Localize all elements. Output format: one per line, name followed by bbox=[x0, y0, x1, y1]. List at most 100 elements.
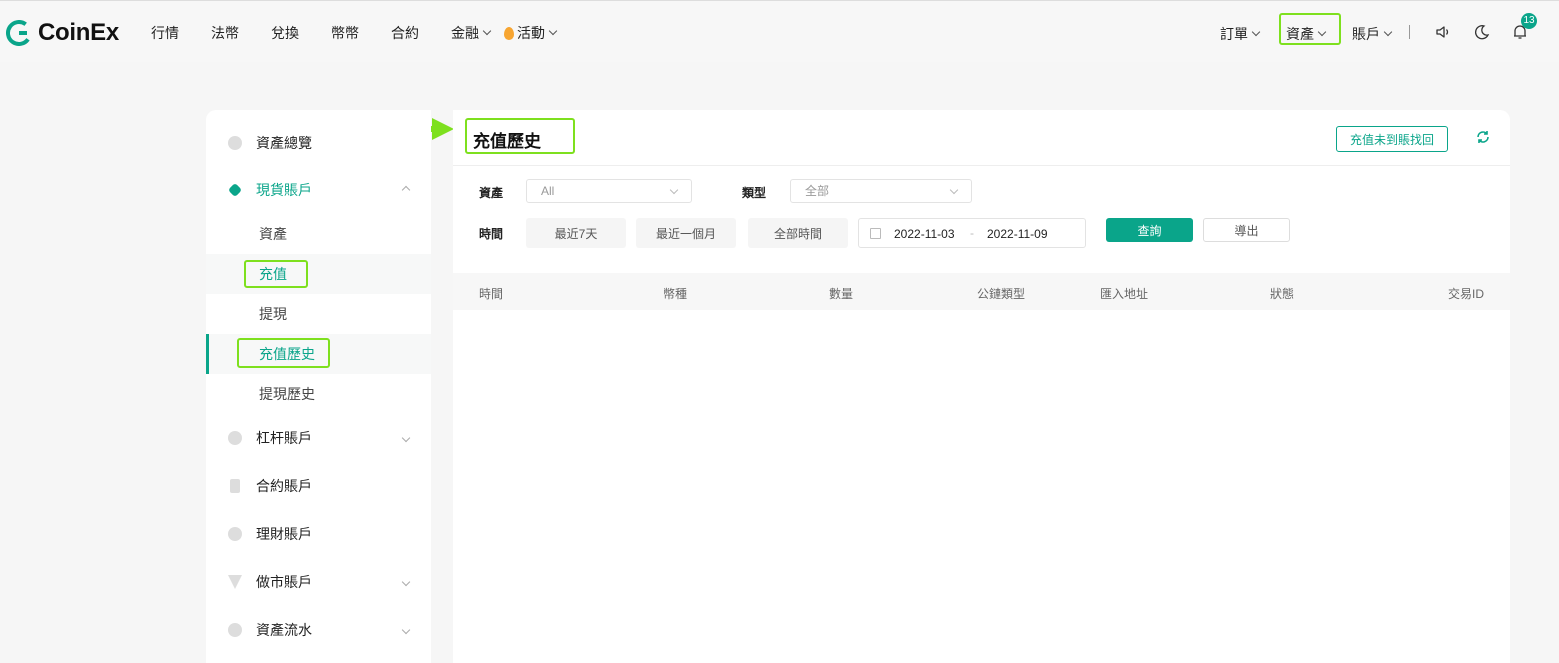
sidebar-subitem-withdraw-history[interactable]: 提現歷史 bbox=[206, 374, 431, 414]
page-title: 充值歷史 bbox=[473, 132, 541, 151]
sidebar-item-finance[interactable]: 理財賬戶 bbox=[206, 514, 431, 554]
asset-select[interactable]: All bbox=[526, 179, 692, 203]
sidebar-item-market-maker[interactable]: 做市賬戶 bbox=[206, 562, 431, 602]
sidebar-subitem-label: 資產 bbox=[259, 226, 287, 242]
main-nav: 行情 法幣 兌換 幣幣 合約 金融 活動 bbox=[151, 23, 570, 43]
type-select[interactable]: 全部 bbox=[790, 179, 972, 203]
type-filter-label: 類型 bbox=[742, 186, 767, 200]
diamond-icon bbox=[228, 575, 242, 589]
recover-deposit-button[interactable]: 充值未到賬找回 bbox=[1336, 126, 1448, 152]
calendar-icon bbox=[870, 228, 881, 239]
nav-market-label: 行情 bbox=[151, 25, 179, 41]
margin-icon bbox=[228, 431, 242, 445]
sidebar-subitem-assets[interactable]: 資產 bbox=[206, 214, 431, 254]
nav-orders[interactable]: 訂單 bbox=[1220, 24, 1261, 44]
nav-fiat[interactable]: 法幣 bbox=[211, 23, 239, 43]
coinex-logo[interactable]: CoinEx bbox=[6, 19, 119, 47]
column-amount: 數量 bbox=[829, 287, 854, 301]
chevron-down-icon bbox=[548, 26, 558, 36]
asset-filter-label: 資產 bbox=[479, 186, 504, 200]
chevron-down-icon bbox=[401, 625, 411, 635]
coinex-logo-icon bbox=[6, 20, 32, 46]
range-1-month-button[interactable]: 最近一個月 bbox=[636, 218, 736, 248]
search-button[interactable]: 查詢 bbox=[1106, 218, 1193, 242]
column-status: 狀態 bbox=[1270, 287, 1295, 301]
date-to[interactable]: 2022-11-09 bbox=[987, 227, 1048, 241]
chevron-down-icon bbox=[401, 577, 411, 587]
sidebar-item-futures[interactable]: 合約賬戶 bbox=[206, 466, 431, 506]
sidebar-subitem-deposit[interactable]: 充值 bbox=[206, 254, 431, 294]
pie-chart-icon bbox=[228, 136, 242, 150]
date-range-picker[interactable]: 2022-11-03 - 2022-11-09 bbox=[858, 218, 1086, 248]
chevron-down-icon bbox=[1383, 27, 1393, 37]
column-deposit-address: 匯入地址 bbox=[1100, 287, 1149, 301]
sidebar-item-label: 做市賬戶 bbox=[256, 574, 312, 590]
active-indicator bbox=[206, 334, 209, 374]
nav-activity[interactable]: 活動 bbox=[504, 23, 558, 43]
nav-finance[interactable]: 金融 bbox=[451, 23, 492, 43]
range-7-days-button[interactable]: 最近7天 bbox=[526, 218, 626, 248]
nav-account[interactable]: 賬戶 bbox=[1352, 24, 1393, 44]
nav-assets-label: 資產 bbox=[1286, 26, 1314, 42]
sidebar-item-ledger[interactable]: 資產流水 bbox=[206, 610, 431, 650]
nav-fiat-label: 法幣 bbox=[211, 25, 239, 41]
column-time: 時間 bbox=[479, 287, 504, 301]
sidebar-subitem-withdraw[interactable]: 提現 bbox=[206, 294, 431, 334]
sidebar-item-margin[interactable]: 杠杆賬戶 bbox=[206, 418, 431, 458]
column-chain-type: 公鏈類型 bbox=[977, 287, 1026, 301]
nav-divider bbox=[1409, 25, 1410, 39]
table-header: 時間 幣種 數量 公鏈類型 匯入地址 狀態 交易ID bbox=[453, 273, 1510, 310]
sidebar-item-label: 杠杆賬戶 bbox=[256, 430, 312, 446]
nav-finance-label: 金融 bbox=[451, 25, 479, 41]
nav-futures-label: 合約 bbox=[391, 25, 419, 41]
nav-market[interactable]: 行情 bbox=[151, 23, 179, 43]
sidebar-item-label: 合約賬戶 bbox=[256, 478, 312, 494]
column-tx-id: 交易ID bbox=[1447, 287, 1484, 301]
notification-badge: 13 bbox=[1521, 13, 1537, 29]
sidebar: 資產總覽 現貨賬戶 資產 充值 提現 充值歷史 提現歷史 杠杆賬戶 合約賬戶 理… bbox=[206, 110, 431, 663]
refresh-icon[interactable] bbox=[1475, 129, 1491, 145]
main-panel: 充值歷史 充值未到賬找回 資產 All 類型 全部 時間 最近7天 最近一個月 … bbox=[453, 110, 1510, 663]
chevron-down-icon bbox=[669, 185, 679, 195]
column-coin: 幣種 bbox=[663, 287, 688, 301]
export-button[interactable]: 導出 bbox=[1203, 218, 1290, 242]
date-from[interactable]: 2022-11-03 bbox=[894, 227, 955, 241]
type-select-value: 全部 bbox=[805, 184, 830, 198]
sidebar-item-label: 理財賬戶 bbox=[256, 526, 312, 542]
chevron-down-icon bbox=[1317, 27, 1327, 37]
sidebar-subitem-label: 提現歷史 bbox=[259, 386, 315, 402]
sidebar-subitem-deposit-history[interactable]: 充值歷史 bbox=[206, 334, 431, 374]
nav-orders-label: 訂單 bbox=[1220, 26, 1248, 42]
sound-icon[interactable] bbox=[1434, 23, 1452, 41]
nav-futures[interactable]: 合約 bbox=[391, 23, 419, 43]
fire-icon bbox=[504, 26, 514, 40]
date-separator: - bbox=[970, 226, 974, 240]
layers-icon bbox=[227, 182, 243, 198]
range-all-time-button[interactable]: 全部時間 bbox=[748, 218, 848, 248]
sidebar-item-label: 現貨賬戶 bbox=[256, 182, 312, 198]
sidebar-item-label: 資產流水 bbox=[256, 622, 312, 638]
nav-swap-label: 兌換 bbox=[271, 25, 299, 41]
divider bbox=[453, 165, 1510, 166]
nav-assets[interactable]: 資產 bbox=[1286, 24, 1327, 44]
top-navigation-bar: CoinEx 行情 法幣 兌換 幣幣 合約 金融 活動 訂單 資產 賬戶 13 bbox=[0, 0, 1559, 62]
sidebar-item-spot[interactable]: 現貨賬戶 bbox=[206, 170, 431, 210]
nav-spot[interactable]: 幣幣 bbox=[331, 23, 359, 43]
ledger-icon bbox=[228, 623, 242, 637]
moon-icon[interactable] bbox=[1473, 23, 1491, 41]
chevron-down-icon bbox=[949, 185, 959, 195]
brand-name: CoinEx bbox=[38, 19, 119, 46]
nav-swap[interactable]: 兌換 bbox=[271, 23, 299, 43]
futures-icon bbox=[230, 479, 240, 493]
sidebar-item-overview[interactable]: 資產總覽 bbox=[206, 123, 431, 163]
asset-select-value: All bbox=[541, 184, 555, 198]
chevron-down-icon bbox=[401, 433, 411, 443]
sidebar-subitem-label: 充值歷史 bbox=[259, 346, 315, 362]
chevron-down-icon bbox=[1251, 27, 1261, 37]
sidebar-item-label: 資產總覽 bbox=[256, 135, 312, 151]
sidebar-subitem-label: 提現 bbox=[259, 306, 287, 322]
finance-icon bbox=[228, 527, 242, 541]
chevron-up-icon bbox=[401, 185, 411, 195]
nav-spot-label: 幣幣 bbox=[331, 25, 359, 41]
nav-account-label: 賬戶 bbox=[1352, 26, 1380, 42]
